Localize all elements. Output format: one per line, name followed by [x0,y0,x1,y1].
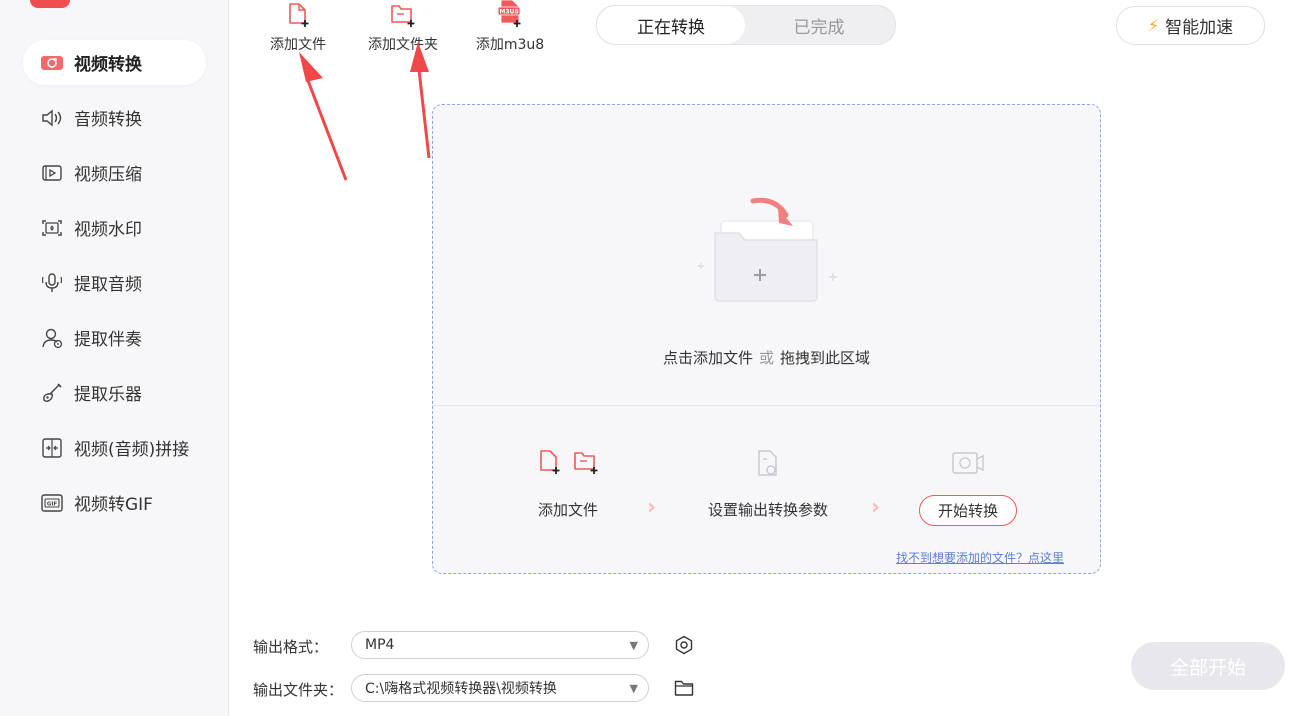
sidebar-item-merge[interactable]: 视频(音频)拼接 [23,425,206,470]
sidebar-item-label: 提取伴奏 [74,330,142,350]
step-start: 开始转换 [913,449,1023,526]
microphone-icon [39,272,65,294]
sidebar-item-video-to-gif[interactable]: GIF 视频转GIF [23,480,206,525]
folder-icon [674,680,694,696]
sidebar-item-label: 音频转换 [74,110,142,130]
output-format-label: 输出格式： [253,638,329,656]
svg-text:GIF: GIF [47,501,58,507]
output-format-value: MP4 [365,637,395,653]
add-file-icon [253,0,343,28]
lightning-icon: ⚡ [1147,16,1160,35]
drop-hint-click-text: 点击添加文件 [662,349,753,367]
tab-converting[interactable]: 正在转换 [597,6,745,44]
step-add-file-label: 添加文件 [537,501,598,519]
sidebar-item-label: 视频转换 [74,55,142,75]
tab-done[interactable]: 已完成 [745,6,893,44]
smart-speed-button[interactable]: ⚡ 智能加速 [1116,6,1265,45]
app-logo [30,0,70,8]
drop-hint-drag-text: 拖拽到此区域 [780,349,871,367]
output-format-select[interactable]: MP4 ▼ [351,631,649,659]
sidebar-item-label: 视频(音频)拼接 [74,440,190,460]
folder-add-icon [698,197,837,302]
sidebar-item-label: 视频压缩 [74,165,142,185]
step-set-params: 设置输出转换参数 [701,449,835,520]
settings-file-icon [758,450,777,476]
sidebar-item-video-convert[interactable]: 视频转换 [23,40,206,85]
add-file-button[interactable]: 添加文件 [253,0,343,56]
sidebar-item-label: 视频转GIF [74,495,153,515]
compress-icon [39,162,65,184]
dropzone-divider [433,405,1100,406]
file-drop-zone[interactable]: 点击添加文件或拖拽到此区域 添加文件 › 设置输出转换参数 › 开始转换 找不到… [432,104,1101,574]
sidebar-item-extract-accompaniment[interactable]: 提取伴奏 [23,315,206,360]
add-m3u8-button[interactable]: M3U8 添加m3u8 [465,0,555,56]
start-convert-button[interactable]: 开始转换 [918,495,1017,526]
smart-speed-label: 智能加速 [1165,18,1234,38]
chevron-down-icon: ▼ [629,638,638,652]
sidebar-item-label: 提取乐器 [74,385,142,405]
add-file-icon [540,450,560,474]
step-add-file: 添加文件 [523,449,613,520]
sidebar-item-audio-convert[interactable]: 音频转换 [23,95,206,140]
sidebar-item-video-compress[interactable]: 视频压缩 [23,150,206,195]
accompaniment-icon [39,327,65,349]
help-link[interactable]: 找不到想要添加的文件？点这里 [896,549,1064,566]
chevron-down-icon: ▼ [629,681,638,695]
chevron-right-icon: › [647,495,657,520]
format-settings-button[interactable] [673,634,695,656]
main-panel: 添加文件 添加文件夹 M3U8 添加m3u8 正在转换 已完成 ⚡ 智能加速 点… [229,0,1309,716]
hexagon-gear-icon [675,635,693,655]
drop-hint: 点击添加文件或拖拽到此区域 [433,347,1100,368]
add-folder-label: 添加文件夹 [368,37,438,53]
sidebar-item-video-watermark[interactable]: 视频水印 [23,205,206,250]
speaker-icon [39,107,65,129]
output-folder-label: 输出文件夹： [253,681,344,699]
add-file-label: 添加文件 [270,37,326,53]
output-folder-select[interactable]: C:\嗨格式视频转换器\视频转换 ▼ [351,674,649,702]
sidebar-item-extract-audio[interactable]: 提取音频 [23,260,206,305]
output-folder-value: C:\嗨格式视频转换器\视频转换 [365,681,557,697]
chevron-right-icon: › [871,495,881,520]
drop-hint-or-text: 或 [758,349,774,367]
sidebar-item-label: 提取音频 [74,275,142,295]
m3u8-badge-text: M3U8 [499,9,518,16]
open-folder-button[interactable] [673,677,695,699]
merge-icon [39,437,65,459]
start-all-button[interactable]: 全部开始 [1131,642,1285,690]
conversion-status-tabs: 正在转换 已完成 [596,5,896,45]
add-folder-button[interactable]: 添加文件夹 [358,0,448,56]
sidebar-item-extract-instrument[interactable]: 提取乐器 [23,370,206,415]
step-set-params-label: 设置输出转换参数 [707,501,828,519]
video-camera-icon [952,452,984,474]
sidebar-item-label: 视频水印 [74,220,142,240]
add-folder-icon [358,0,448,28]
add-m3u8-label: 添加m3u8 [475,37,545,53]
m3u8-icon: M3U8 [465,0,555,28]
video-convert-icon [39,52,65,74]
gif-icon: GIF [39,492,65,514]
sidebar: 视频转换 音频转换 视频压缩 视频水印 提取音频 提取伴奏 提取乐器 视频(音频… [0,0,229,716]
add-folder-icon [574,452,598,474]
guitar-icon [39,382,65,404]
watermark-icon [39,217,65,239]
